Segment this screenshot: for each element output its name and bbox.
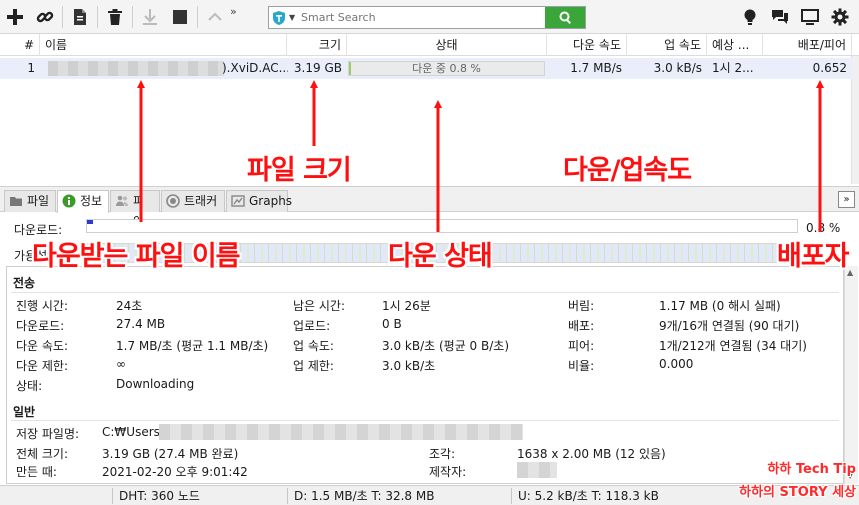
watermark-line1: 하하 Tech Tip (767, 462, 856, 477)
annotation-file-name: 다운받는 파일 이름 (32, 241, 241, 272)
annotation-status: 다운 상태 (388, 241, 493, 272)
watermark-line2: 하하의 STORY 세상 (739, 485, 856, 500)
annotation-speed: 다운/업속도 (563, 155, 692, 186)
annotation-file-size: 파일 크기 (247, 155, 352, 186)
annotation-seeder: 배포자 (777, 241, 850, 272)
